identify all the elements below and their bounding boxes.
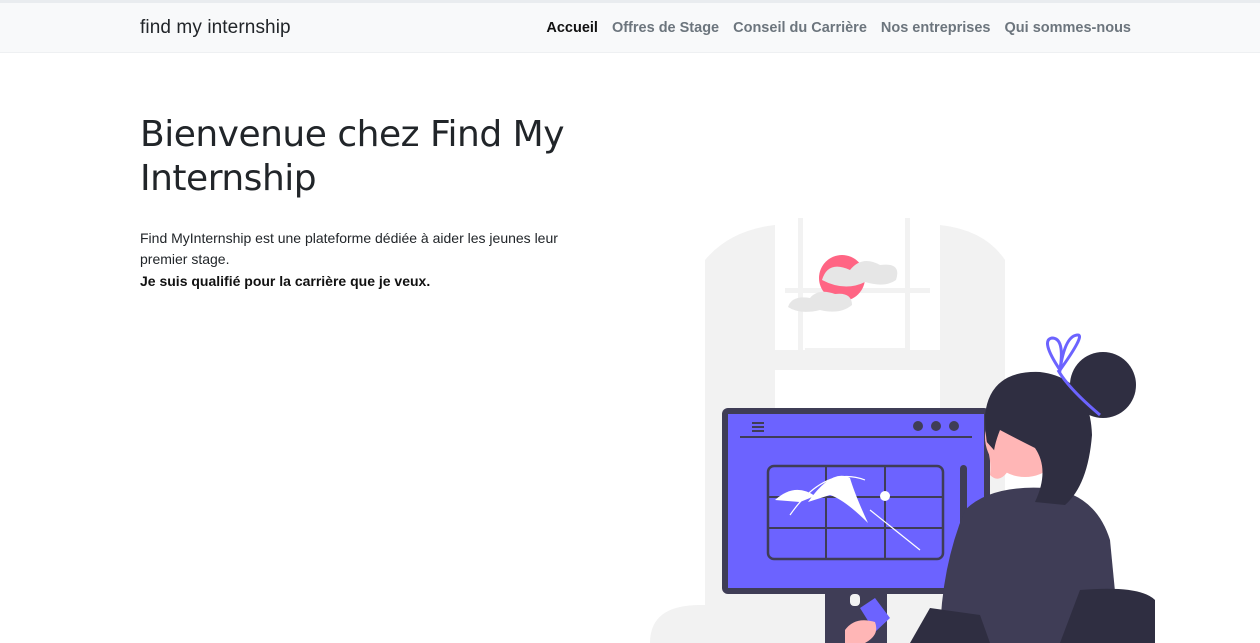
nav-item-qui: Qui sommes-nous (1005, 19, 1132, 37)
navbar: find my internship Accueil Offres de Sta… (0, 3, 1260, 53)
nav-link-offres-de-stage[interactable]: Offres de Stage (612, 20, 719, 36)
nav-item-offres: Offres de Stage (612, 19, 719, 37)
hero-tagline: Je suis qualifié pour la carrière que je… (140, 273, 431, 289)
nav-link-accueil[interactable]: Accueil (546, 20, 598, 36)
brand-link[interactable]: find my internship (140, 17, 291, 39)
hero-description: Find MyInternship est une plateforme déd… (140, 230, 558, 267)
nav-link-qui-sommes-nous[interactable]: Qui sommes-nous (1005, 20, 1132, 36)
nav-item-conseil: Conseil du Carrière (733, 19, 867, 37)
nav-link-conseil-carriere[interactable]: Conseil du Carrière (733, 20, 867, 36)
hero-title: Bienvenue chez Find My Internship (140, 114, 565, 199)
nav-link-nos-entreprises[interactable]: Nos entreprises (881, 20, 991, 36)
nav-item-entreprises: Nos entreprises (881, 19, 991, 37)
nav-links: Accueil Offres de Stage Conseil du Carri… (546, 19, 1131, 37)
nav-item-accueil: Accueil (546, 19, 598, 37)
woman-at-computer-illustration (650, 218, 1155, 643)
